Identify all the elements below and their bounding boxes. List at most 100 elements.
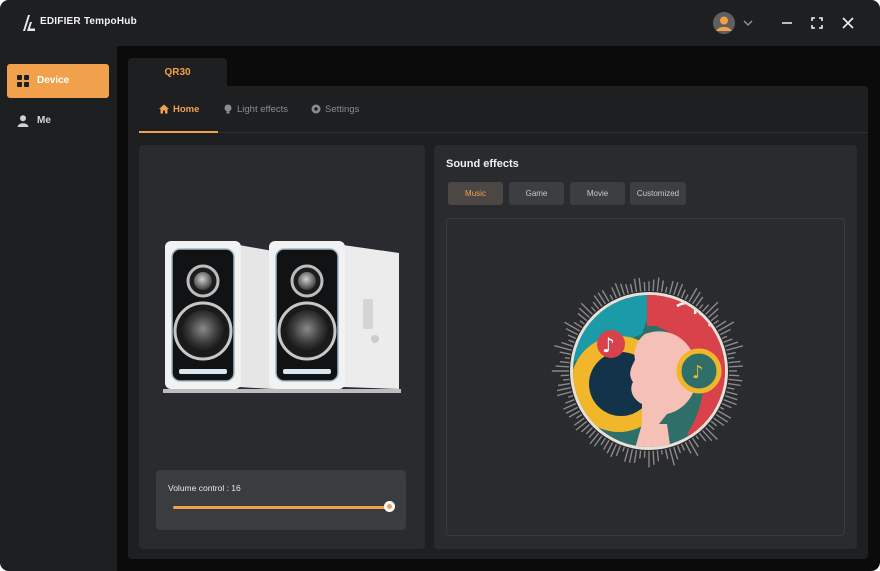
waveform-bar: [695, 435, 700, 440]
volume-slider-track[interactable]: [173, 506, 391, 509]
user-avatar-icon[interactable]: [713, 12, 735, 34]
waveform-bar: [727, 351, 736, 356]
sidebar-item-label: Device: [37, 75, 70, 86]
edifier-logo-icon: [23, 15, 35, 31]
waveform-bar: [721, 402, 732, 409]
waveform-bar: [633, 449, 638, 463]
waveform-bar: [707, 424, 715, 431]
waveform-bar: [728, 365, 743, 368]
waveform-bar: [600, 437, 607, 446]
waveform-bar: [576, 413, 583, 419]
waveform-bar: [573, 321, 583, 329]
waveform-bar: [565, 399, 575, 404]
waveform-bar: [567, 395, 574, 398]
waveform-bar: [556, 386, 571, 392]
waveform-bar: [610, 443, 618, 458]
music-note-icon: ♪: [602, 333, 615, 357]
sidebar-item-device[interactable]: Device: [7, 64, 109, 98]
waveform-bar: [656, 277, 660, 292]
user-icon: [17, 115, 29, 127]
volume-slider-thumb[interactable]: [384, 501, 395, 512]
waveform-bar: [719, 406, 725, 410]
waveform-bar: [652, 450, 655, 465]
waveform-bar: [684, 441, 692, 454]
waveform-bar: [563, 402, 577, 410]
waveform-bar: [677, 445, 682, 454]
volume-label: Volume control : 16: [168, 483, 241, 493]
waveform-bar: [609, 294, 614, 301]
waveform-bar: [664, 287, 668, 293]
sidebar: Device Me: [0, 46, 117, 571]
waveform-bar: [619, 283, 625, 296]
waveform-bar: [669, 280, 674, 294]
waveform-bar: [710, 314, 719, 322]
waveform-bar: [590, 306, 596, 313]
app-title: EDIFIER TempoHub: [40, 16, 137, 27]
main-panel: Home Light effects Settings Volume contr…: [128, 86, 868, 559]
waveform-bar: [557, 382, 571, 387]
waveform-bar: [726, 345, 744, 351]
waveform-bar: [559, 351, 571, 356]
waveform-bar: [585, 427, 593, 435]
waveform-bar: [580, 302, 593, 315]
waveform-bar: [717, 321, 735, 332]
waveform-bar: [698, 304, 704, 310]
waveform-bar: [726, 391, 738, 396]
music-illustration: ♪ ♪: [551, 277, 744, 468]
waveform-bar: [728, 360, 741, 364]
maximize-icon[interactable]: [807, 13, 827, 33]
mode-music-button[interactable]: Music: [448, 182, 503, 205]
waveform-bar: [723, 338, 733, 343]
waveform-bar: [554, 344, 572, 351]
waveform-bar: [624, 448, 629, 462]
waveform-bar: [710, 420, 718, 427]
waveform-bar: [664, 449, 669, 460]
active-tab-indicator: [139, 131, 218, 133]
waveform-bar: [625, 283, 629, 294]
mode-customized-button[interactable]: Customized: [630, 182, 686, 205]
volume-control: Volume control : 16: [156, 470, 406, 530]
waveform-bar: [614, 282, 621, 297]
waveform-bar: [719, 328, 731, 336]
waveform-bar: [656, 450, 660, 462]
bulb-icon: [224, 104, 232, 114]
waveform-bar: [728, 374, 740, 377]
app-window: EDIFIER TempoHub Device Me QR30 Home Lig…: [0, 0, 880, 571]
grid-icon: [17, 75, 29, 87]
minimize-icon[interactable]: [777, 13, 797, 33]
waveform-bar: [669, 448, 675, 466]
waveform-bar: [564, 356, 571, 360]
waveform-bar: [563, 378, 570, 381]
waveform-bar: [606, 441, 614, 454]
waveform-bar: [728, 378, 743, 382]
home-icon: [159, 104, 169, 114]
waveform-bar: [556, 391, 572, 397]
sidebar-item-me[interactable]: Me: [7, 104, 109, 138]
waveform-bar: [611, 287, 618, 299]
speaker-pair-image: [163, 241, 401, 393]
sound-effects-card: Sound effects Music Game Movie Customize…: [434, 145, 857, 549]
waveform-bar: [561, 341, 574, 347]
chevron-down-icon[interactable]: [738, 13, 758, 33]
waveform-bar: [691, 437, 699, 448]
waveform-bar: [673, 281, 679, 296]
waveform-bar: [628, 449, 634, 463]
waveform-bar: [555, 365, 570, 368]
waveform-bar: [705, 301, 719, 315]
waveform-bar: [698, 432, 707, 442]
waveform-bar: [727, 356, 735, 360]
waveform-bar: [724, 395, 738, 401]
gear-icon: [311, 104, 321, 114]
waveform-bar: [559, 360, 570, 364]
device-card: Volume control : 16: [139, 145, 425, 549]
mode-game-button[interactable]: Game: [509, 182, 564, 205]
waveform-bar: [684, 294, 689, 301]
device-tab-qr30[interactable]: QR30: [128, 58, 227, 88]
waveform-bar: [680, 443, 686, 451]
waveform-bar: [639, 450, 642, 459]
waveform-bar: [727, 386, 735, 390]
waveform-bar: [638, 278, 642, 292]
device-tab-label: QR30: [164, 67, 191, 78]
mode-movie-button[interactable]: Movie: [570, 182, 625, 205]
close-icon[interactable]: [838, 13, 858, 33]
